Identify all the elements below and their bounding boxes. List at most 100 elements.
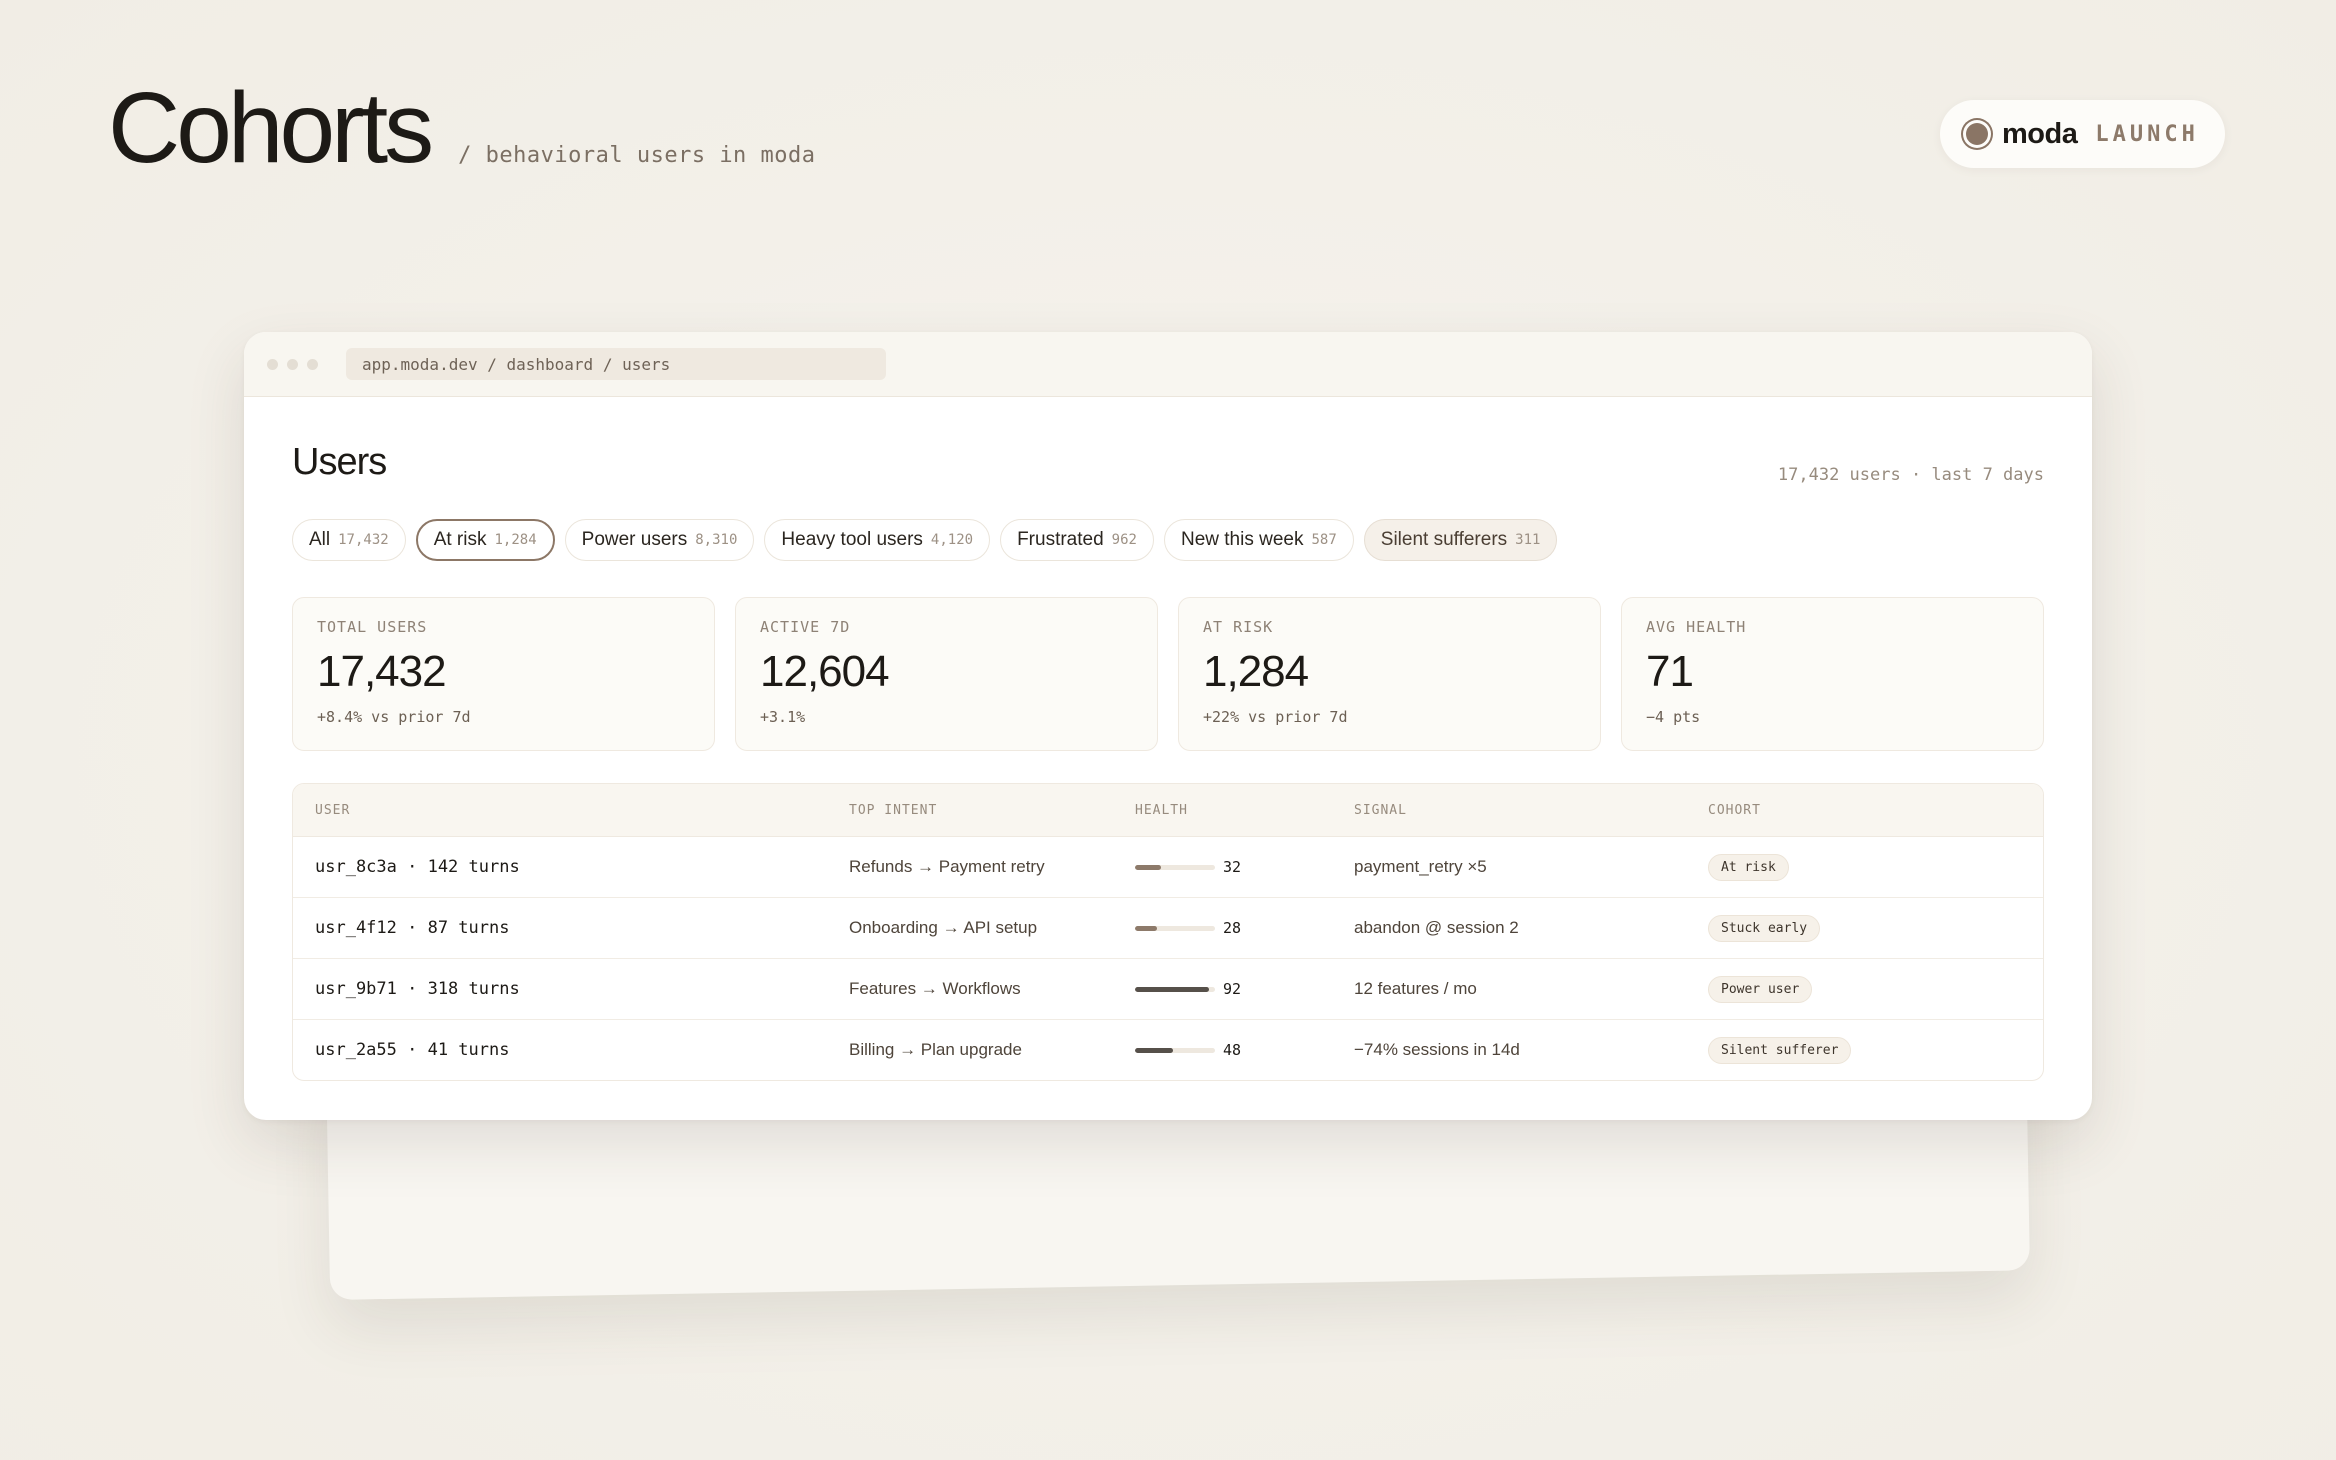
cell-cohort: At risk xyxy=(1708,853,2043,881)
page-subtitle: / behavioral users in moda xyxy=(458,143,816,168)
cell-health: 48 xyxy=(1135,1041,1354,1059)
stat-label: AT RISK xyxy=(1203,618,1274,636)
filter-chip-count: 8,310 xyxy=(695,532,738,548)
table-row[interactable]: usr_8c3a · 142 turns Refunds → Payment re… xyxy=(293,837,2043,898)
filter-chip-label: At risk xyxy=(433,529,487,550)
filter-chip-power-users[interactable]: Power users 8,310 xyxy=(564,519,755,561)
user-id[interactable]: usr_4f12 · 87 turns xyxy=(315,918,509,938)
health-value: 28 xyxy=(1223,919,1242,937)
cell-top-intent: Features → Workflows xyxy=(849,979,1021,998)
brand-badge: moda LAUNCH xyxy=(1940,100,2225,168)
filter-chip-label: Heavy tool users xyxy=(781,529,923,550)
stat-value: 1,284 xyxy=(1203,647,1309,696)
health-value: 92 xyxy=(1223,980,1242,998)
cell-cohort: Power user xyxy=(1708,975,2043,1003)
health-bar xyxy=(1135,986,1215,992)
url-bar[interactable]: app.moda.dev / dashboard / users xyxy=(346,348,886,380)
stat-delta: −4 pts xyxy=(1646,708,1701,726)
users-meta: 17,432 users · last 7 days xyxy=(1777,465,2044,485)
dashboard-content: Users 17,432 users · last 7 days All 17,4… xyxy=(244,397,2092,1081)
filter-chip-label: Frustrated xyxy=(1017,529,1104,550)
health-bar-fill xyxy=(1135,864,1161,870)
table-row[interactable]: usr_9b71 · 318 turns Features → Workflows… xyxy=(293,959,2043,1020)
cohort-badge[interactable]: Silent sufferer xyxy=(1708,1036,1852,1064)
health-bar xyxy=(1135,864,1215,870)
health-value: 32 xyxy=(1223,858,1242,876)
cell-signal: 12 features / mo xyxy=(1354,979,1477,998)
cell-signal: −74% sessions in 14d xyxy=(1354,1040,1520,1059)
cohort-filter-chips: All 17,432 At risk 1,284 Power users 8,310 Hea… xyxy=(292,519,2044,561)
filter-chip-silent-sufferers[interactable]: Silent sufferers 311 xyxy=(1363,519,1558,561)
cell-user: usr_2a55 · 41 turns xyxy=(293,1040,849,1060)
column-header-top-intent[interactable]: TOP INTENT xyxy=(849,803,1135,818)
filter-chip-all[interactable]: All 17,432 xyxy=(292,519,406,561)
cohort-badge[interactable]: Stuck early xyxy=(1708,914,1821,942)
stat-delta: +8.4% vs prior 7d xyxy=(317,708,471,726)
cell-health: 92 xyxy=(1135,980,1354,998)
brand-name: moda xyxy=(2002,117,2078,150)
filter-chip-count: 962 xyxy=(1111,532,1137,548)
stat-cards: TOTAL USERS 17,432 +8.4% vs prior 7d ACTIVE… xyxy=(292,597,2044,751)
stat-card-avg-health: AVG HEALTH 71 −4 pts xyxy=(1621,597,2044,751)
column-header-signal[interactable]: SIGNAL xyxy=(1354,803,1708,818)
filter-chip-label: Power users xyxy=(581,529,688,550)
column-header-user[interactable]: USER xyxy=(293,803,849,818)
stat-card-at-risk: AT RISK 1,284 +22% vs prior 7d xyxy=(1178,597,1601,751)
cell-user: usr_8c3a · 142 turns xyxy=(293,857,849,877)
cell-signal: payment_retry ×5 xyxy=(1354,857,1487,876)
cell-cohort: Stuck early xyxy=(1708,914,2043,942)
table-body: usr_8c3a · 142 turns Refunds → Payment re… xyxy=(293,837,2043,1080)
user-id[interactable]: usr_2a55 · 41 turns xyxy=(315,1040,509,1060)
health-bar xyxy=(1135,925,1215,931)
health-bar xyxy=(1135,1047,1215,1053)
app-window: app.moda.dev / dashboard / users Users 1… xyxy=(244,332,2092,1120)
health-bar-fill xyxy=(1135,986,1209,992)
health-bar-fill xyxy=(1135,925,1158,931)
cohort-badge[interactable]: At risk xyxy=(1708,853,1789,881)
health-bar-fill xyxy=(1135,1047,1174,1053)
filter-chip-at-risk[interactable]: At risk 1,284 xyxy=(415,519,555,561)
cell-cohort: Silent sufferer xyxy=(1708,1036,2043,1064)
filter-chip-heavy-tool-users[interactable]: Heavy tool users 4,120 xyxy=(764,519,991,561)
filter-chip-label: New this week xyxy=(1180,529,1304,550)
stat-value: 12,604 xyxy=(760,647,890,696)
filter-chip-count: 311 xyxy=(1515,532,1541,548)
filter-chip-count: 4,120 xyxy=(930,532,974,548)
health-value: 48 xyxy=(1223,1041,1242,1059)
stat-label: AVG HEALTH xyxy=(1646,618,1747,636)
cohort-badge[interactable]: Power user xyxy=(1708,975,1813,1003)
filter-chip-label: Silent sufferers xyxy=(1380,529,1508,550)
circle-logo-icon xyxy=(1966,123,1988,145)
cell-top-intent: Billing → Plan upgrade xyxy=(849,1040,1022,1059)
column-header-cohort[interactable]: COHORT xyxy=(1708,803,2043,818)
stat-card-total-users: TOTAL USERS 17,432 +8.4% vs prior 7d xyxy=(292,597,715,751)
filter-chip-frustrated[interactable]: Frustrated 962 xyxy=(1000,519,1154,561)
stat-label: ACTIVE 7D xyxy=(760,618,851,636)
stat-value: 71 xyxy=(1646,647,1694,696)
brand-tag: LAUNCH xyxy=(2095,121,2199,147)
window-maximize-dot[interactable] xyxy=(307,358,318,370)
table-header: USER TOP INTENT HEALTH SIGNAL COHORT xyxy=(293,784,2043,837)
window-titlebar: app.moda.dev / dashboard / users xyxy=(244,332,2092,397)
filter-chip-new-this-week[interactable]: New this week 587 xyxy=(1163,519,1354,561)
cell-health: 28 xyxy=(1135,919,1354,937)
window-minimize-dot[interactable] xyxy=(287,358,298,370)
filter-chip-count: 587 xyxy=(1311,532,1337,548)
cell-top-intent: Refunds → Payment retry xyxy=(849,857,1045,876)
stat-card-active-7d: ACTIVE 7D 12,604 +3.1% xyxy=(735,597,1158,751)
user-id[interactable]: usr_8c3a · 142 turns xyxy=(315,857,520,877)
window-close-dot[interactable] xyxy=(267,358,278,370)
page-header: Cohorts / behavioral users in moda xyxy=(108,78,816,178)
column-header-health[interactable]: HEALTH xyxy=(1135,803,1354,818)
table-row[interactable]: usr_2a55 · 41 turns Billing → Plan upgrad… xyxy=(293,1020,2043,1080)
table-row[interactable]: usr_4f12 · 87 turns Onboarding → API setu… xyxy=(293,898,2043,959)
stat-value: 17,432 xyxy=(317,647,447,696)
page-title: Cohorts xyxy=(108,72,434,184)
cell-user: usr_4f12 · 87 turns xyxy=(293,918,849,938)
user-id[interactable]: usr_9b71 · 318 turns xyxy=(315,979,520,999)
users-table: USER TOP INTENT HEALTH SIGNAL COHORT usr… xyxy=(292,783,2044,1081)
stat-label: TOTAL USERS xyxy=(317,618,428,636)
filter-chip-label: All xyxy=(309,529,331,550)
cell-signal: abandon @ session 2 xyxy=(1354,918,1519,937)
stat-delta: +3.1% xyxy=(760,708,806,726)
